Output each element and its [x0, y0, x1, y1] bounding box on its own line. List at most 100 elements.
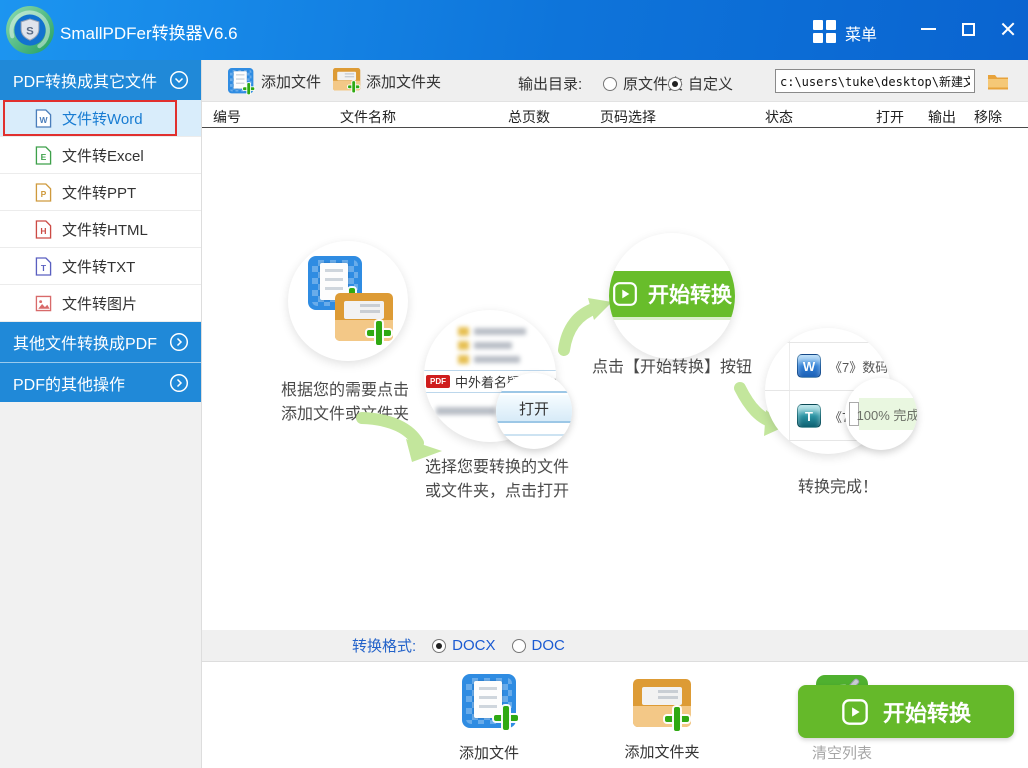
- radio-custom-label: 自定义: [688, 76, 734, 93]
- sidebar-item-image[interactable]: 文件转图片: [0, 285, 201, 322]
- close-icon: [1000, 21, 1016, 37]
- pdf-badge-icon: PDF: [426, 375, 450, 388]
- col-number: 编号: [213, 109, 241, 125]
- sidebar-item-word[interactable]: W 文件转Word: [0, 100, 201, 137]
- play-icon: [613, 282, 637, 306]
- sidebar-item-label: 文件转图片: [62, 295, 138, 313]
- sidebar: PDF转换成其它文件 W 文件转Word E 文件转Excel P 文件转PPT…: [0, 60, 202, 768]
- chevron-down-icon: [169, 70, 189, 90]
- app-logo-icon: S: [6, 6, 54, 54]
- section-label: 其他文件转换成PDF: [13, 336, 158, 353]
- app-title: SmallPDFer转换器V6.6: [60, 24, 238, 43]
- open-button: 打开: [496, 395, 572, 423]
- bottom-bar: 添加文件 添加文件夹 清空列表 开始转换: [202, 662, 1028, 768]
- add-file-label: 添加文件: [458, 745, 519, 762]
- sidebar-item-label: 文件转HTML: [62, 221, 148, 239]
- sidebar-item-label: 文件转PPT: [62, 184, 137, 202]
- ppt-file-icon: P: [35, 182, 52, 202]
- docx-label: DOCX: [452, 637, 496, 654]
- step4-progress-circle: 100% 完成: [845, 378, 917, 450]
- step2-open-circle: 打开: [496, 373, 572, 449]
- col-output: 输出: [928, 109, 956, 125]
- txt-result-icon: T: [797, 404, 821, 428]
- svg-text:H: H: [40, 226, 46, 236]
- title-bar: S SmallPDFer转换器V6.6 菜单: [0, 0, 1028, 60]
- step4-caption: 转换完成！: [797, 479, 878, 496]
- sidebar-section-pdf-to-other[interactable]: PDF转换成其它文件: [0, 60, 201, 100]
- sidebar-item-ppt[interactable]: P 文件转PPT: [0, 174, 201, 211]
- add-file-icon: [462, 674, 518, 730]
- close-button[interactable]: [993, 16, 1023, 42]
- start-convert-banner: 开始转换: [609, 271, 735, 317]
- radio-selected-icon: [668, 76, 682, 91]
- step2-caption: 选择您要转换的文件 或文件夹，点击打开: [424, 459, 569, 500]
- arrow-up-right-icon: [558, 298, 612, 356]
- col-status: 状态: [765, 109, 793, 125]
- section-label: PDF转换成其它文件: [13, 74, 158, 91]
- sidebar-item-label: 文件转Excel: [62, 147, 144, 165]
- format-option-doc[interactable]: DOC: [511, 637, 565, 654]
- radio-icon: [603, 76, 617, 91]
- add-folder-button[interactable]: 添加文件夹: [333, 68, 441, 94]
- radio-icon: [511, 638, 526, 653]
- play-icon: [842, 698, 868, 725]
- menu-grid-icon[interactable]: [813, 20, 836, 43]
- step1-circle: [288, 241, 408, 361]
- step3-circle: 开始转换: [609, 233, 735, 359]
- minimize-icon: [920, 28, 936, 30]
- svg-text:E: E: [41, 152, 47, 162]
- sidebar-item-label: 文件转TXT: [62, 258, 136, 276]
- step3-caption: 点击【开始转换】按钮: [591, 359, 752, 376]
- add-folder-icon: [633, 674, 691, 731]
- chevron-right-icon: [169, 373, 189, 392]
- blurred-folder-list: [458, 322, 526, 364]
- svg-text:T: T: [41, 263, 47, 273]
- bottom-add-file-button[interactable]: 添加文件: [434, 674, 544, 763]
- svg-text:P: P: [41, 189, 47, 199]
- clear-list-label: 清空列表: [811, 745, 872, 762]
- minimize-button[interactable]: [913, 16, 943, 42]
- image-file-icon: [35, 295, 52, 311]
- add-file-button[interactable]: 添加文件: [228, 68, 322, 95]
- add-file-label: 添加文件: [261, 73, 322, 91]
- app-window: S SmallPDFer转换器V6.6 菜单 PDF转换成其它文件 W 文件转W…: [0, 0, 1028, 768]
- output-dir-label: 输出目录:: [518, 76, 583, 93]
- add-folder-label: 添加文件夹: [366, 73, 442, 91]
- format-option-docx[interactable]: DOCX: [432, 637, 496, 654]
- col-remove: 移除: [974, 109, 1002, 125]
- chevron-right-icon: [169, 332, 189, 352]
- sidebar-section-other-to-pdf[interactable]: 其他文件转换成PDF: [0, 322, 201, 362]
- sidebar-item-txt[interactable]: T 文件转TXT: [0, 248, 201, 285]
- bottom-add-folder-button[interactable]: 添加文件夹: [607, 674, 717, 762]
- menu-button[interactable]: 菜单: [845, 21, 877, 45]
- start-convert-button[interactable]: 开始转换: [798, 685, 1014, 738]
- col-filename: 文件名称: [340, 109, 396, 125]
- format-label: 转换格式:: [352, 638, 417, 655]
- add-folder-label: 添加文件夹: [624, 744, 700, 761]
- svg-text:S: S: [26, 26, 34, 38]
- col-pages: 总页数: [508, 109, 550, 125]
- word-file-icon: W: [35, 108, 52, 128]
- radio-custom[interactable]: 自定义: [668, 73, 733, 94]
- file-table-header: 编号 文件名称 总页数 页码选择 状态 打开 输出 移除: [202, 102, 1028, 128]
- sidebar-item-excel[interactable]: E 文件转Excel: [0, 137, 201, 174]
- sidebar-item-html[interactable]: H 文件转HTML: [0, 211, 201, 248]
- format-bar: 转换格式: DOCX DOC: [202, 630, 1028, 662]
- output-path-input[interactable]: [775, 69, 975, 93]
- browse-folder-icon[interactable]: [986, 69, 1010, 93]
- excel-file-icon: E: [35, 145, 52, 165]
- txt-file-icon: T: [35, 256, 52, 276]
- progress-complete-badge: 100% 完成: [857, 398, 917, 430]
- add-file-icon: [228, 68, 255, 95]
- svg-text:W: W: [39, 115, 48, 125]
- html-file-icon: H: [35, 219, 52, 239]
- maximize-button[interactable]: [953, 16, 983, 42]
- word-result-icon: W: [797, 354, 821, 378]
- col-page-select: 页码选择: [600, 109, 656, 125]
- section-label: PDF的其他操作: [13, 376, 126, 394]
- radio-selected-icon: [432, 638, 447, 653]
- sidebar-section-pdf-ops[interactable]: PDF的其他操作: [0, 362, 201, 402]
- maximize-icon: [961, 22, 975, 36]
- toolbar: 添加文件 添加文件夹 输出目录: 原文件夹 自定义: [202, 60, 1028, 102]
- tutorial-area: 根据您的需要点击 添加文件或文件夹 PDF 中外着名疑 (*.pdf,*..: [202, 128, 1028, 630]
